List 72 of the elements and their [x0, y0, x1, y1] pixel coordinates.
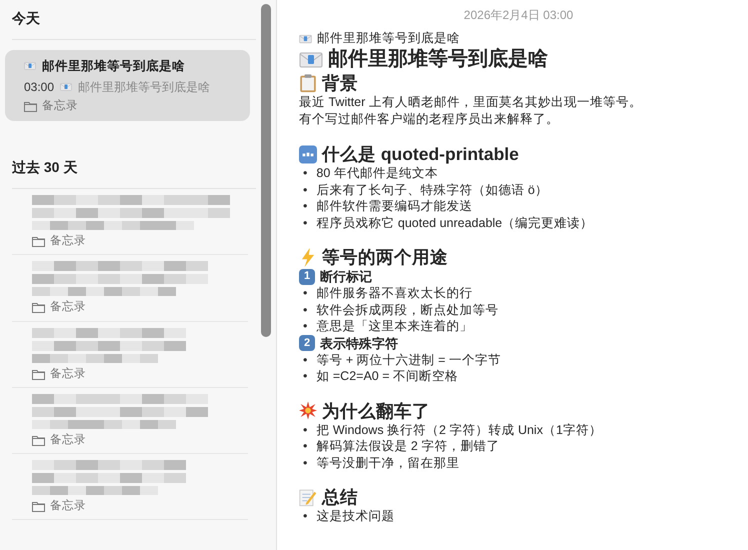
- bullet-marker: •: [303, 302, 308, 318]
- section-heading: 背景: [322, 72, 358, 94]
- folder-icon: [32, 501, 45, 512]
- bullet-item: 等号没删干净，留在那里: [316, 454, 460, 471]
- envelope-icon: [299, 50, 323, 68]
- starburst-icon: [299, 401, 317, 420]
- bullet-marker: •: [303, 422, 308, 438]
- folder-label: 备忘录: [50, 233, 86, 249]
- bullet-item: 如 =C2=A0 = 不间断空格: [316, 368, 458, 384]
- folder-label: 备忘录: [50, 432, 86, 448]
- section-heading: 过去 30 天: [12, 149, 256, 189]
- bullet-item: 等号 + 两位十六进制 = 一个字节: [316, 352, 501, 368]
- bullet-item: 邮件服务器不喜欢太长的行: [316, 285, 472, 302]
- section-heading: 总结: [322, 486, 358, 508]
- folder-label: 备忘录: [50, 498, 86, 514]
- scrollbar-thumb[interactable]: [261, 4, 271, 337]
- bullet-marker: •: [303, 508, 308, 524]
- note-list-item[interactable]: 备忘录: [12, 189, 248, 256]
- folder-icon: [32, 368, 45, 380]
- folder-icon: [32, 302, 45, 314]
- section-heading: 为什么翻车了: [322, 400, 430, 422]
- note-time: 03:00: [24, 78, 54, 96]
- note-list-item[interactable]: 备忘录: [12, 388, 248, 454]
- folder-label: 备忘录: [50, 366, 86, 382]
- bullet-marker: •: [303, 454, 308, 471]
- section-heading: 什么是 quoted-printable: [322, 143, 519, 165]
- bullet-item: 软件会拆成两段，断点处加等号: [316, 302, 498, 318]
- paragraph: 最近 Twitter 上有人晒老邮件，里面莫名其妙出现一堆等号。: [299, 94, 643, 111]
- envelope-icon: [24, 61, 36, 72]
- note-list-item[interactable]: 备忘录: [12, 255, 248, 322]
- paragraph: 有个写过邮件客户端的老程序员出来解释了。: [299, 111, 560, 128]
- number-badge: 2: [299, 335, 315, 351]
- folder-icon: [32, 236, 45, 248]
- bullet-item: 这是技术问题: [316, 508, 394, 524]
- bullet-marker: •: [303, 285, 308, 302]
- bullet-item: 后来有了长句子、特殊字符（如德语 ö）: [316, 182, 548, 198]
- bullet-item: 意思是「这里本来连着的」: [316, 318, 472, 334]
- section-heading: 今天: [12, 0, 256, 40]
- clipboard-icon: [299, 74, 317, 92]
- bullet-marker: •: [303, 214, 308, 231]
- bullet-item: 邮件软件需要编码才能发送: [316, 198, 472, 214]
- bullet-marker: •: [303, 165, 308, 182]
- folder-label: 备忘录: [42, 98, 78, 114]
- envelope-icon: [60, 82, 72, 92]
- memo-icon: [299, 488, 317, 506]
- subheading: 断行标记: [320, 268, 372, 285]
- folder-label: 备忘录: [50, 299, 86, 316]
- section-heading: 等号的两个用途: [322, 246, 448, 268]
- bullet-marker: •: [303, 182, 308, 198]
- note-line: 邮件里那堆等号到底是啥: [317, 30, 460, 47]
- tile-icon: [299, 144, 317, 164]
- note-list-item[interactable]: 邮件里那堆等号到底是啥 03:00 邮件里那堆等号到底是啥 备忘录: [5, 50, 250, 121]
- note-preview: 邮件里那堆等号到底是啥: [78, 78, 210, 96]
- bullet-item: 把 Windows 换行符（2 字符）转成 Unix（1字符）: [316, 422, 602, 438]
- bullet-marker: •: [303, 368, 308, 384]
- folder-icon: [24, 100, 37, 112]
- note-list-item[interactable]: 备忘录: [12, 322, 248, 388]
- bullet-marker: •: [303, 318, 308, 334]
- bullet-marker: •: [303, 198, 308, 214]
- bullet-marker: •: [303, 352, 308, 368]
- note-title: 邮件里那堆等号到底是啥: [328, 47, 548, 72]
- bullet-item: 解码算法假设是 2 字符，删错了: [316, 438, 500, 454]
- folder-icon: [32, 434, 45, 446]
- bullet-item: 80 年代邮件是纯文本: [316, 165, 438, 182]
- subheading: 表示特殊字符: [320, 334, 398, 352]
- bullet-marker: •: [303, 438, 308, 454]
- note-title: 邮件里那堆等号到底是啥: [42, 58, 185, 75]
- bullet-item: 程序员戏称它 quoted unreadable（编完更难读）: [316, 214, 594, 231]
- note-list-item[interactable]: 备忘录: [12, 454, 248, 520]
- number-badge: 1: [299, 268, 315, 284]
- note-date: 2026年2月4日 03:00: [462, 7, 574, 24]
- envelope-icon: [299, 34, 312, 44]
